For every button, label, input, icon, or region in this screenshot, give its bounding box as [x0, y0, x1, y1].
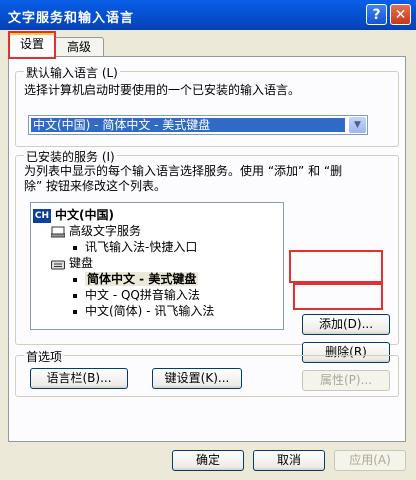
tree-item-language[interactable]: CH 中文(中国) [33, 206, 114, 223]
highlight-box-settings-tab [8, 31, 56, 59]
title-bar[interactable]: 文字服务和输入语言 ? ✕ [0, 0, 416, 30]
default-language-value: 中文(中国) - 简体中文 - 美式键盘 [31, 118, 345, 132]
keyboard-icon [51, 260, 65, 269]
highlight-box-add [289, 250, 383, 283]
us-keyboard-label: 简体中文 - 美式键盘 [85, 272, 199, 286]
services-tree[interactable]: CH 中文(中国) 高级文字服务 讯飞输入法-快捷入口 键盘 简体中文 - 美式… [30, 202, 284, 330]
xunfei-shortcut-label: 讯飞输入法-快捷入口 [85, 240, 198, 254]
language-bar-button[interactable]: 语言栏(B)... [30, 368, 128, 389]
bullet-icon [73, 245, 77, 250]
tree-item-advanced-services[interactable]: 高级文字服务 [51, 222, 141, 239]
cancel-button[interactable]: 取消 [253, 450, 325, 471]
default-language-label: 默认输入语言 (L) [24, 64, 120, 81]
keyboard-label: 键盘 [69, 256, 94, 270]
preferences-label: 首选项 [24, 348, 65, 365]
highlight-box-remove [293, 283, 383, 310]
preferences-group: 首选项 语言栏(B)... 键设置(K)... [15, 348, 399, 397]
settings-panel: 默认输入语言 (L) 选择计算机启动时要使用的一个已安装的输入语言。 中文(中国… [8, 56, 406, 442]
tab-advanced[interactable]: 高级 [54, 37, 104, 57]
tree-item-xunfei[interactable]: 中文(简体) - 讯飞输入法 [73, 302, 214, 319]
xunfei-label: 中文(简体) - 讯飞输入法 [85, 304, 215, 318]
language-badge-icon: CH [33, 208, 51, 223]
chevron-down-icon[interactable]: ▼ [349, 117, 366, 133]
tree-item-xunfei-shortcut[interactable]: 讯飞输入法-快捷入口 [73, 238, 197, 255]
language-label: 中文(中国) [55, 208, 114, 222]
services-description-line2: 除” 按钮来修改这个列表。 [24, 179, 167, 193]
advanced-services-label: 高级文字服务 [69, 224, 142, 238]
bullet-icon [73, 277, 77, 282]
default-language-description: 选择计算机启动时要使用的一个已安装的输入语言。 [24, 83, 301, 97]
default-language-group: 默认输入语言 (L) 选择计算机启动时要使用的一个已安装的输入语言。 中文(中国… [15, 64, 399, 147]
apply-button: 应用(A) [334, 450, 406, 471]
add-button[interactable]: 添加(D)... [302, 314, 390, 335]
key-settings-button[interactable]: 键设置(K)... [152, 368, 242, 389]
bullet-icon [73, 309, 77, 314]
default-language-select[interactable]: 中文(中国) - 简体中文 - 美式键盘 ▼ [28, 115, 368, 135]
ok-button[interactable]: 确定 [172, 450, 244, 471]
dialog-window: 文字服务和输入语言 ? ✕ 设置 高级 默认输入语言 (L) 选择计算机启动时要… [0, 0, 416, 480]
bullet-icon [73, 293, 77, 298]
tree-item-us-keyboard[interactable]: 简体中文 - 美式键盘 [73, 270, 199, 287]
close-button[interactable]: ✕ [390, 4, 411, 25]
tree-item-qq-pinyin[interactable]: 中文 - QQ拼音输入法 [73, 286, 200, 303]
window-title: 文字服务和输入语言 [8, 11, 135, 26]
tree-item-keyboard[interactable]: 键盘 [51, 254, 93, 271]
help-button[interactable]: ? [366, 4, 387, 25]
qq-pinyin-label: 中文 - QQ拼音输入法 [85, 288, 200, 302]
advanced-services-icon [51, 226, 65, 237]
